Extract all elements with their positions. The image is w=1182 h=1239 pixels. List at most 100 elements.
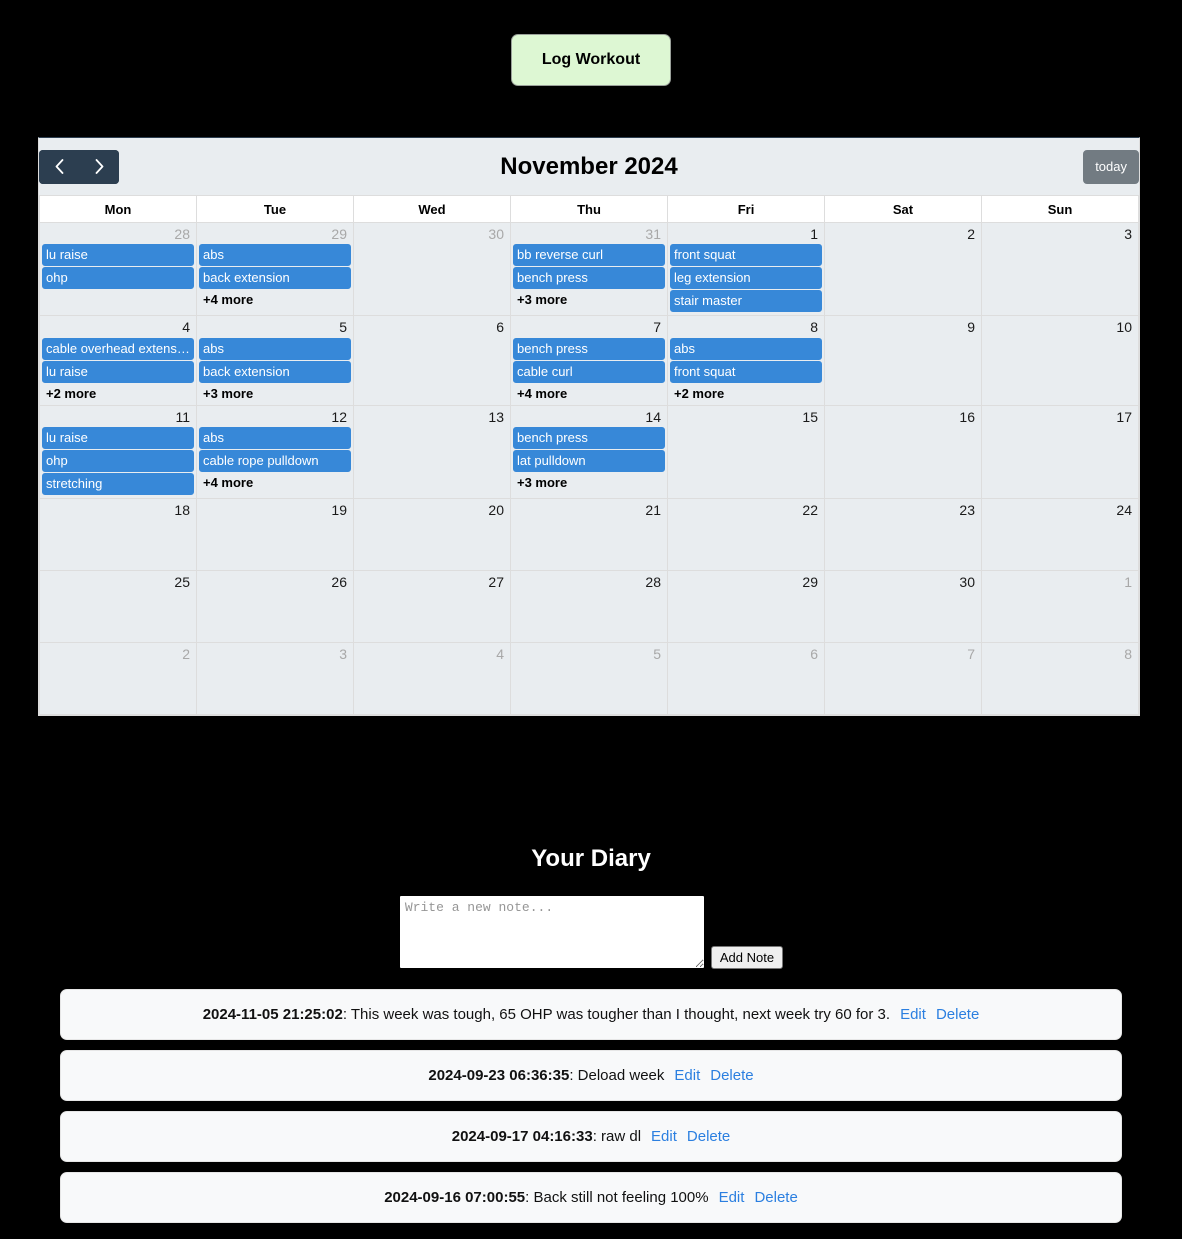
more-events-link[interactable]: +4 more xyxy=(513,384,665,403)
calendar-day-cell[interactable]: 17 xyxy=(981,404,1139,500)
calendar-day-cell[interactable]: 20 xyxy=(353,498,511,572)
calendar-day-cell[interactable]: 15 xyxy=(667,404,825,500)
calendar-event[interactable]: lu raise xyxy=(42,360,194,383)
day-events xyxy=(982,521,1138,523)
calendar-day-cell[interactable]: 22 xyxy=(667,498,825,572)
more-events-link[interactable]: +3 more xyxy=(199,384,351,403)
calendar-event[interactable]: lu raise xyxy=(42,427,194,450)
note-edit-link[interactable]: Edit xyxy=(674,1067,700,1084)
calendar-day-cell[interactable]: 8 xyxy=(981,642,1139,716)
note-edit-link[interactable]: Edit xyxy=(719,1189,745,1206)
calendar-event[interactable]: lat pulldown xyxy=(513,450,665,473)
more-events-link[interactable]: +2 more xyxy=(42,384,194,403)
calendar-day-cell[interactable]: 21 xyxy=(510,498,668,572)
calendar-event[interactable]: lu raise xyxy=(42,244,194,267)
calendar-day-cell[interactable]: 2 xyxy=(824,221,982,317)
calendar-event[interactable]: bench press xyxy=(513,427,665,450)
calendar-day-cell[interactable]: 30 xyxy=(353,221,511,317)
calendar-day-cell[interactable]: 6 xyxy=(667,642,825,716)
calendar-day-cell[interactable]: 19 xyxy=(196,498,354,572)
calendar-day-cell[interactable]: 5 abs back extension +3 more xyxy=(196,315,354,406)
day-events: bench press cable curl +4 more xyxy=(511,337,667,405)
calendar-event[interactable]: abs xyxy=(670,337,822,360)
day-number: 6 xyxy=(496,319,504,336)
calendar-day-cell[interactable]: 7 bench press cable curl +4 more xyxy=(510,315,668,406)
more-events-link[interactable]: +4 more xyxy=(199,290,351,309)
calendar-day-cell[interactable]: 30 xyxy=(824,570,982,644)
day-number: 22 xyxy=(802,502,818,519)
day-number: 30 xyxy=(959,574,975,591)
diary-note-card: 2024-09-17 04:16:33: raw dl Edit Delete xyxy=(60,1111,1122,1162)
calendar-day-cell[interactable]: 14 bench press lat pulldown +3 more xyxy=(510,404,668,500)
calendar-day-cell[interactable]: 18 xyxy=(39,498,197,572)
note-delete-link[interactable]: Delete xyxy=(754,1189,797,1206)
calendar-day-cell[interactable]: 11 lu raise ohp stretching xyxy=(39,404,197,500)
calendar-day-cell[interactable]: 4 xyxy=(353,642,511,716)
calendar-day-cell[interactable]: 29 xyxy=(667,570,825,644)
note-edit-link[interactable]: Edit xyxy=(651,1128,677,1145)
calendar-day-cell[interactable]: 27 xyxy=(353,570,511,644)
calendar-day-cell[interactable]: 29 abs back extension +4 more xyxy=(196,221,354,317)
calendar-day-cell[interactable]: 28 xyxy=(510,570,668,644)
calendar-event[interactable]: bb reverse curl xyxy=(513,244,665,267)
calendar-day-cell[interactable]: 7 xyxy=(824,642,982,716)
calendar-day-cell[interactable]: 6 xyxy=(353,315,511,406)
new-note-input[interactable] xyxy=(398,895,705,969)
calendar-day-cell[interactable]: 28 lu raise ohp xyxy=(39,221,197,317)
calendar-day-cell[interactable]: 1 xyxy=(981,570,1139,644)
calendar-day-cell[interactable]: 3 xyxy=(196,642,354,716)
calendar-day-cell[interactable]: 2 xyxy=(39,642,197,716)
calendar-day-cell[interactable]: 4 cable overhead extension lu raise +2 more xyxy=(39,315,197,406)
calendar-event[interactable]: front squat xyxy=(670,244,822,267)
calendar-event[interactable]: cable overhead extension xyxy=(42,337,194,360)
note-delete-link[interactable]: Delete xyxy=(687,1128,730,1145)
note-edit-link[interactable]: Edit xyxy=(900,1006,926,1023)
calendar-event[interactable]: bench press xyxy=(513,267,665,290)
calendar-day-cell[interactable]: 5 xyxy=(510,642,668,716)
calendar-event[interactable]: ohp xyxy=(42,450,194,473)
calendar-day-cell[interactable]: 9 xyxy=(824,315,982,406)
calendar-event[interactable]: cable curl xyxy=(513,360,665,383)
calendar-toolbar: November 2024 today xyxy=(39,138,1139,195)
day-events xyxy=(825,665,981,667)
calendar-day-cell[interactable]: 24 xyxy=(981,498,1139,572)
calendar-event[interactable]: abs xyxy=(199,244,351,267)
today-button[interactable]: today xyxy=(1083,149,1139,184)
calendar-event[interactable]: abs xyxy=(199,337,351,360)
more-events-link[interactable]: +2 more xyxy=(670,384,822,403)
calendar-event[interactable]: cable rope pulldown xyxy=(199,450,351,473)
calendar-event[interactable]: stair master xyxy=(670,290,822,313)
calendar-event[interactable]: abs xyxy=(199,427,351,450)
next-month-button[interactable] xyxy=(79,149,119,184)
calendar-day-cell[interactable]: 10 xyxy=(981,315,1139,406)
calendar-event[interactable]: stretching xyxy=(42,473,194,496)
note-delete-link[interactable]: Delete xyxy=(936,1006,979,1023)
more-events-link[interactable]: +4 more xyxy=(199,473,351,492)
prev-month-button[interactable] xyxy=(39,149,79,184)
calendar-day-cell[interactable]: 16 xyxy=(824,404,982,500)
more-events-link[interactable]: +3 more xyxy=(513,473,665,492)
calendar-day-cell[interactable]: 8 abs front squat +2 more xyxy=(667,315,825,406)
more-events-link[interactable]: +3 more xyxy=(513,290,665,309)
calendar-day-cell[interactable]: 3 xyxy=(981,221,1139,317)
calendar-event[interactable]: back extension xyxy=(199,360,351,383)
day-number: 29 xyxy=(331,226,347,242)
log-workout-bar: Log Workout xyxy=(0,0,1182,86)
day-number: 3 xyxy=(339,646,347,663)
calendar-day-cell[interactable]: 23 xyxy=(824,498,982,572)
calendar-day-cell[interactable]: 26 xyxy=(196,570,354,644)
note-delete-link[interactable]: Delete xyxy=(710,1067,753,1084)
calendar-day-cell[interactable]: 12 abs cable rope pulldown +4 more xyxy=(196,404,354,500)
calendar-event[interactable]: front squat xyxy=(670,360,822,383)
calendar-event[interactable]: back extension xyxy=(199,267,351,290)
calendar-event[interactable]: ohp xyxy=(42,267,194,290)
calendar-day-cell[interactable]: 13 xyxy=(353,404,511,500)
add-note-button[interactable]: Add Note xyxy=(710,946,784,969)
calendar-event[interactable]: bench press xyxy=(513,337,665,360)
calendar-day-cell[interactable]: 25 xyxy=(39,570,197,644)
log-workout-button[interactable]: Log Workout xyxy=(510,34,672,86)
calendar-day-cell[interactable]: 31 bb reverse curl bench press +3 more xyxy=(510,221,668,317)
calendar-event[interactable]: leg extension xyxy=(670,267,822,290)
calendar-day-cell[interactable]: 1 front squat leg extension stair master xyxy=(667,221,825,317)
day-events: abs back extension +4 more xyxy=(197,244,353,311)
